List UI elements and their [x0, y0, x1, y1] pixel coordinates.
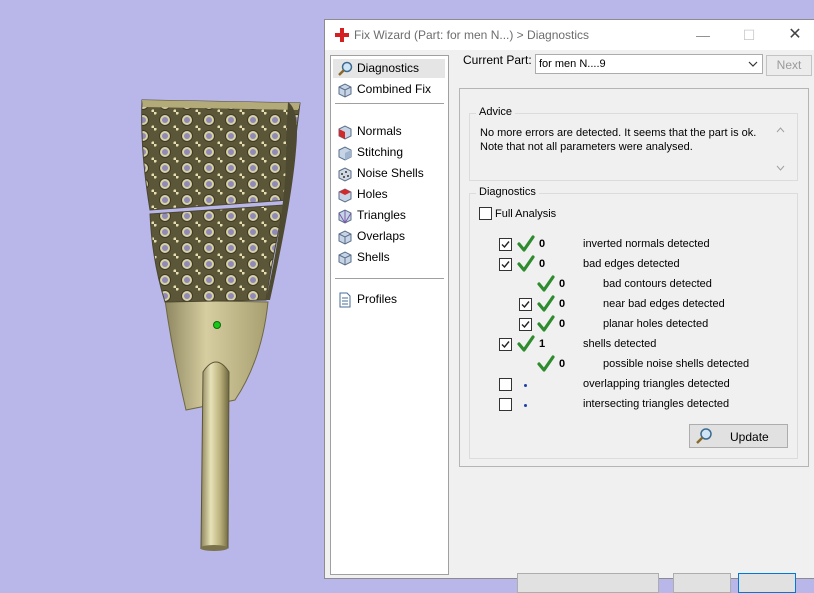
row-checkbox[interactable] [499, 378, 512, 391]
fix-wizard-window: Fix Wizard (Part: for men N...) > Diagno… [324, 19, 814, 593]
not-analysed-dot-icon [524, 404, 527, 407]
overlaps-cube-icon [338, 230, 352, 245]
row-label: shells detected [583, 338, 657, 350]
normals-cube-icon [338, 125, 352, 140]
bottom-button[interactable] [673, 573, 731, 593]
nav-item-profiles[interactable]: Profiles [333, 290, 445, 309]
next-button[interactable]: Next [766, 55, 812, 76]
row-checkbox[interactable] [499, 338, 512, 351]
row-count: 0 [539, 238, 546, 250]
green-check-icon [517, 235, 535, 252]
green-check-icon [537, 355, 555, 372]
row-count: 0 [559, 318, 566, 330]
magnifier-icon [338, 61, 353, 76]
nav-item-triangles[interactable]: Triangles [333, 206, 445, 225]
row-label: bad contours detected [603, 278, 712, 290]
full-analysis-label: Full Analysis [495, 208, 557, 220]
row-label: inverted normals detected [583, 238, 710, 250]
advice-line: No more errors are detected. It seems th… [480, 127, 757, 139]
nav-item-shells[interactable]: Shells [333, 248, 445, 267]
nav-item-normals[interactable]: Normals [333, 122, 445, 141]
not-analysed-dot-icon [524, 384, 527, 387]
noise-shells-icon [338, 167, 352, 182]
row-checkbox[interactable] [499, 258, 512, 271]
current-part-label: Current Part: [463, 53, 532, 67]
shells-cube-icon [338, 251, 352, 266]
advice-scrollbar[interactable] [772, 124, 789, 174]
row-label: bad edges detected [583, 258, 680, 270]
row-label: overlapping triangles detected [583, 378, 730, 390]
nav-item-stitching[interactable]: Stitching [333, 143, 445, 162]
holes-cube-icon [338, 188, 352, 203]
title-bar[interactable]: Fix Wizard (Part: for men N...) > Diagno… [325, 20, 814, 50]
red-cross-icon [335, 28, 349, 42]
minimize-button[interactable]: — [680, 20, 726, 50]
chevron-down-icon [748, 61, 758, 67]
row-label: possible noise shells detected [603, 358, 750, 370]
row-label: intersecting triangles detected [583, 398, 730, 410]
row-count: 0 [559, 298, 566, 310]
row-checkbox[interactable] [499, 238, 512, 251]
row-count: 0 [559, 278, 566, 290]
nav-item-holes[interactable]: Holes [333, 185, 445, 204]
current-part-value: for men N....9 [539, 58, 606, 70]
row-count: 0 [559, 358, 566, 370]
nav-item-overlaps[interactable]: Overlaps [333, 227, 445, 246]
nav-separator [335, 103, 444, 104]
update-button[interactable]: Update [689, 424, 788, 448]
advice-text: No more errors are detected. It seems th… [480, 126, 770, 154]
nav-item-diagnostics[interactable]: Diagnostics [333, 59, 445, 78]
magnifier-icon [696, 428, 712, 444]
full-analysis-checkbox[interactable] [479, 207, 492, 220]
3d-viewport[interactable] [0, 0, 330, 576]
close-button[interactable]: ✕ [772, 20, 814, 50]
green-check-icon [517, 255, 535, 272]
wizard-nav: Diagnostics Combined Fix Normals Stitchi… [330, 55, 449, 575]
row-label: planar holes detected [603, 318, 709, 330]
advice-legend: Advice [476, 106, 516, 118]
row-label: near bad edges detected [603, 298, 725, 310]
row-count: 0 [539, 258, 546, 270]
row-checkbox[interactable] [519, 318, 532, 331]
update-label: Update [730, 430, 769, 444]
stitching-cube-icon [338, 146, 352, 161]
advice-line: Note that not all parameters were analys… [480, 141, 693, 153]
bottom-button[interactable] [738, 573, 796, 593]
row-checkbox[interactable] [499, 398, 512, 411]
document-icon [339, 292, 351, 308]
maximize-button[interactable]: ☐ [726, 20, 772, 50]
cube-icon [338, 83, 352, 98]
green-check-icon [537, 275, 555, 292]
green-check-icon [537, 315, 555, 332]
green-check-icon [537, 295, 555, 312]
triangles-cube-icon [338, 209, 352, 224]
nav-separator [335, 278, 444, 279]
window-title: Fix Wizard (Part: for men N...) > Diagno… [354, 28, 590, 42]
green-check-icon [517, 335, 535, 352]
diagnostics-legend: Diagnostics [476, 186, 539, 198]
ring-model[interactable] [0, 0, 330, 576]
row-count: 1 [539, 338, 546, 350]
bottom-button[interactable] [517, 573, 659, 593]
nav-item-noise-shells[interactable]: Noise Shells [333, 164, 445, 183]
nav-item-combined-fix[interactable]: Combined Fix [333, 80, 445, 99]
current-part-select[interactable]: for men N....9 [535, 54, 763, 74]
row-checkbox[interactable] [519, 298, 532, 311]
